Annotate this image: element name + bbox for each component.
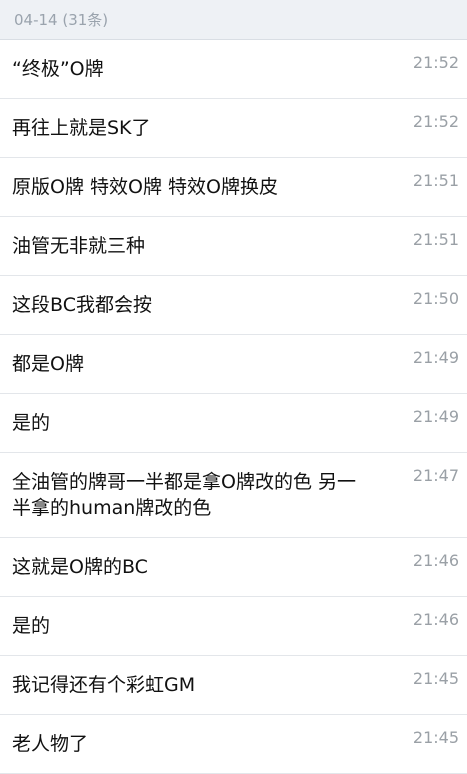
message-row[interactable]: 原版O牌 特效O牌 特效O牌换皮 21:51 bbox=[0, 158, 467, 217]
message-row[interactable]: 这段BC我都会按 21:50 bbox=[0, 276, 467, 335]
message-text: 我记得还有个彩虹GM bbox=[12, 674, 196, 696]
message-text: 这段BC我都会按 bbox=[12, 294, 152, 316]
message-text: 原版O牌 特效O牌 特效O牌换皮 bbox=[12, 176, 278, 198]
message-time: 21:50 bbox=[412, 289, 459, 308]
message-row[interactable]: 是的 21:46 bbox=[0, 597, 467, 656]
message-time: 21:46 bbox=[412, 551, 459, 570]
message-text: 是的 bbox=[12, 412, 51, 434]
message-text: 老人物了 bbox=[12, 733, 89, 755]
message-time: 21:49 bbox=[412, 348, 459, 367]
message-text: 都是O牌 bbox=[12, 353, 84, 375]
message-time: 21:45 bbox=[412, 728, 459, 747]
message-list: “终极”O牌 21:52 再往上就是SK了 21:52 原版O牌 特效O牌 特效… bbox=[0, 40, 467, 774]
message-row[interactable]: 我记得还有个彩虹GM 21:45 bbox=[0, 656, 467, 715]
message-text: “终极”O牌 bbox=[12, 58, 104, 80]
message-row[interactable]: 都是O牌 21:49 bbox=[0, 335, 467, 394]
message-row[interactable]: 是的 21:49 bbox=[0, 394, 467, 453]
message-time: 21:52 bbox=[412, 53, 459, 72]
message-time: 21:49 bbox=[412, 407, 459, 426]
message-time: 21:51 bbox=[412, 230, 459, 249]
message-time: 21:51 bbox=[412, 171, 459, 190]
message-text: 这就是O牌的BC bbox=[12, 556, 148, 578]
message-row[interactable]: “终极”O牌 21:52 bbox=[0, 40, 467, 99]
message-time: 21:52 bbox=[412, 112, 459, 131]
message-text: 全油管的牌哥一半都是拿O牌改的色 另一半拿的human牌改的色 bbox=[12, 471, 356, 519]
message-text: 油管无非就三种 bbox=[12, 235, 146, 257]
message-text: 再往上就是SK了 bbox=[12, 117, 151, 139]
message-row[interactable]: 油管无非就三种 21:51 bbox=[0, 217, 467, 276]
message-time: 21:45 bbox=[412, 669, 459, 688]
message-row[interactable]: 再往上就是SK了 21:52 bbox=[0, 99, 467, 158]
message-row[interactable]: 老人物了 21:45 bbox=[0, 715, 467, 774]
message-time: 21:47 bbox=[412, 466, 459, 485]
message-text: 是的 bbox=[12, 615, 51, 637]
message-time: 21:46 bbox=[412, 610, 459, 629]
message-row[interactable]: 这就是O牌的BC 21:46 bbox=[0, 538, 467, 597]
date-label: 04-14 (31条) bbox=[14, 11, 109, 29]
message-row[interactable]: 全油管的牌哥一半都是拿O牌改的色 另一半拿的human牌改的色 21:47 bbox=[0, 453, 467, 538]
date-group-header: 04-14 (31条) bbox=[0, 0, 467, 40]
